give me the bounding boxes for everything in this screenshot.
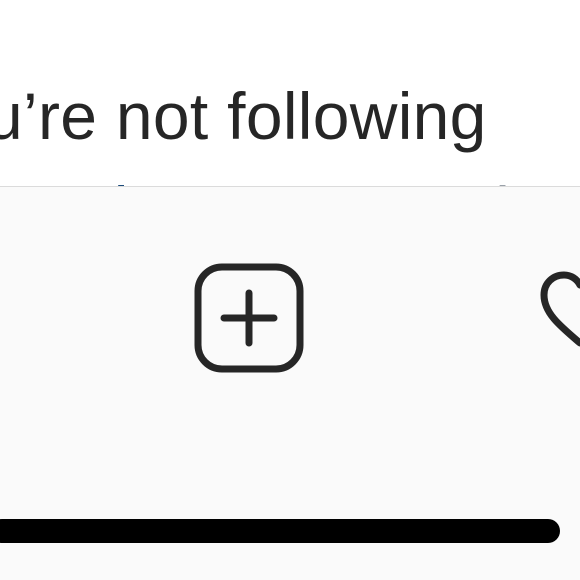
- activity-tab[interactable]: [540, 271, 580, 351]
- heart-icon: [540, 271, 580, 347]
- feed-area: u’re not following Explore you’re missi: [0, 0, 580, 190]
- plus-square-icon: [194, 263, 304, 373]
- empty-feed-message: u’re not following: [0, 79, 487, 153]
- new-post-tab[interactable]: [192, 261, 306, 375]
- bottom-tab-bar: [0, 186, 580, 580]
- home-indicator[interactable]: [0, 519, 560, 543]
- instagram-screen: u’re not following Explore you’re missi: [0, 0, 580, 580]
